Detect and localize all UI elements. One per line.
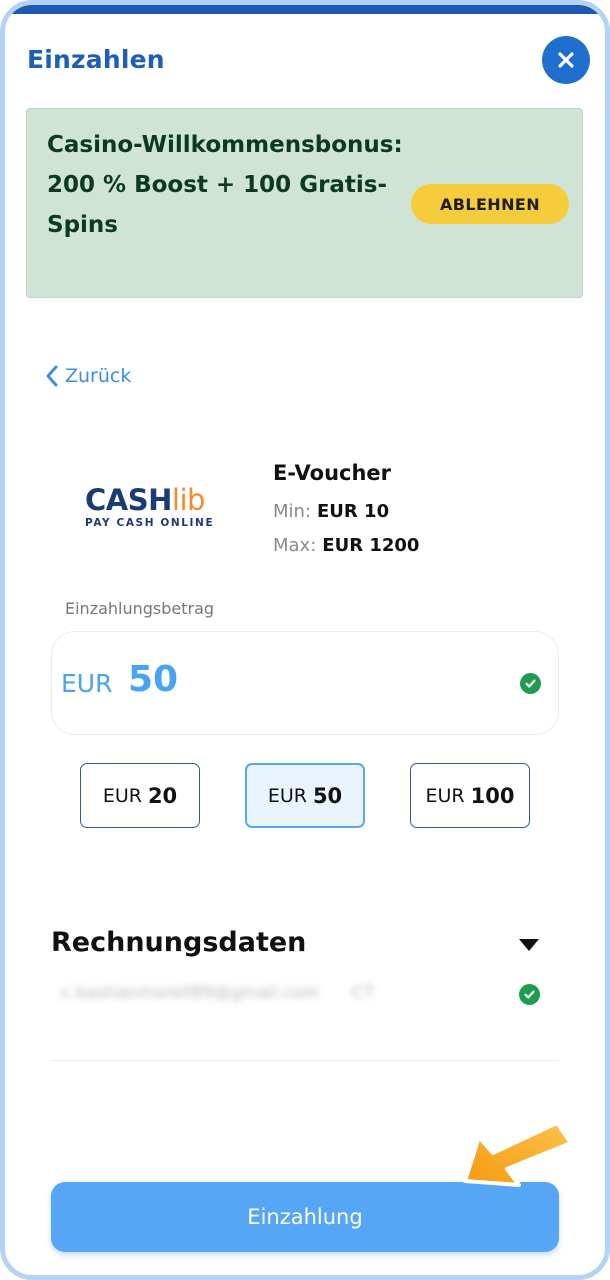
amount-currency: EUR bbox=[61, 669, 113, 698]
modal-title: Einzahlen bbox=[27, 45, 165, 74]
close-button[interactable] bbox=[542, 36, 590, 84]
logo-tagline: PAY CASH ONLINE bbox=[85, 517, 215, 529]
check-circle-icon bbox=[520, 673, 541, 694]
promo-banner: Casino-Willkommensbonus: 200 % Boost + 1… bbox=[26, 108, 583, 298]
billing-email-masked: c.bastianmorell89@gmail.com CT bbox=[61, 983, 375, 1003]
check-circle-icon bbox=[519, 984, 540, 1005]
preset-amount-100[interactable]: EUR 100 bbox=[410, 763, 530, 828]
back-label: Zurück bbox=[65, 365, 132, 387]
back-link[interactable]: Zurück bbox=[45, 364, 131, 388]
preset-amount-50[interactable]: EUR 50 bbox=[245, 763, 365, 828]
arrow-pointer-icon bbox=[463, 1121, 573, 1187]
chevron-left-icon bbox=[46, 365, 58, 387]
caret-down-icon bbox=[519, 939, 539, 951]
billing-section-title: Rechnungsdaten bbox=[51, 927, 307, 958]
decline-bonus-button[interactable]: ABLEHNEN bbox=[411, 184, 569, 224]
deposit-modal: Einzahlen Casino-Willkommensbonus: 200 %… bbox=[0, 0, 610, 1280]
divider bbox=[51, 1060, 559, 1061]
promo-text: Casino-Willkommensbonus: 200 % Boost + 1… bbox=[47, 132, 403, 238]
amount-input[interactable]: EUR 50 bbox=[51, 631, 559, 735]
max-limit: Max: EUR 1200 bbox=[273, 535, 420, 556]
amount-label: Einzahlungsbetrag bbox=[65, 599, 215, 618]
close-icon bbox=[558, 52, 574, 68]
min-limit: Min: EUR 10 bbox=[273, 501, 390, 522]
payment-method-name: E-Voucher bbox=[273, 461, 392, 485]
modal-top-bar bbox=[5, 5, 605, 14]
amount-value: 50 bbox=[128, 659, 179, 700]
billing-toggle[interactable] bbox=[518, 937, 540, 956]
cashlib-logo: CASHlib PAY CASH ONLINE bbox=[85, 485, 225, 535]
preset-amount-20[interactable]: EUR 20 bbox=[80, 763, 200, 828]
